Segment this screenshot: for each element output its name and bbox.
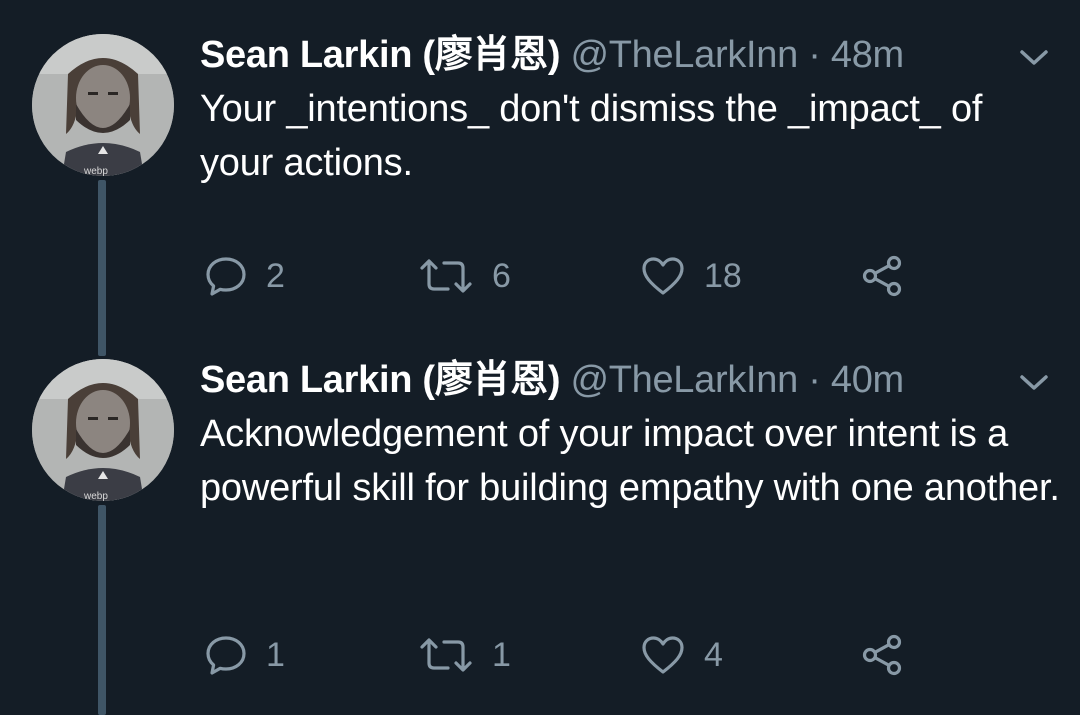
chevron-down-icon[interactable] [1016, 369, 1052, 397]
like-count: 4 [704, 635, 723, 674]
author-handle[interactable]: @TheLarkInn [570, 359, 798, 401]
retweet-button[interactable]: 1 [418, 625, 511, 685]
tweet-text: Acknowledgement of your impact over inte… [200, 413, 1060, 509]
share-button[interactable] [860, 246, 904, 306]
like-count: 18 [704, 256, 742, 295]
share-button[interactable] [860, 625, 904, 685]
like-button[interactable]: 18 [640, 246, 742, 306]
reply-button[interactable]: 1 [204, 625, 285, 685]
timestamp[interactable]: 40m [831, 359, 904, 401]
avatar[interactable]: webp [32, 34, 174, 176]
avatar[interactable]: webp [32, 359, 174, 501]
retweet-count: 1 [492, 635, 511, 674]
tweet-actions: 1 1 4 [0, 625, 1080, 685]
author-name[interactable]: Sean Larkin (廖肖恩) [200, 34, 560, 76]
timestamp[interactable]: 48m [831, 34, 904, 76]
retweet-count: 6 [492, 256, 511, 295]
tweet-text: Your _intentions_ don't dismiss the _imp… [200, 88, 983, 184]
heart-icon [640, 254, 686, 298]
tweet-header: Sean Larkin (廖肖恩) @TheLarkInn · 48m [200, 30, 904, 80]
reply-button[interactable]: 2 [204, 246, 285, 306]
retweet-button[interactable]: 6 [418, 246, 511, 306]
chevron-down-icon[interactable] [1016, 44, 1052, 72]
reply-icon [204, 633, 248, 677]
author-name[interactable]: Sean Larkin (廖肖恩) [200, 359, 560, 401]
reply-icon [204, 254, 248, 298]
reply-count: 2 [266, 256, 285, 295]
tweet-header: Sean Larkin (廖肖恩) @TheLarkInn · 40m [200, 355, 904, 405]
separator-dot: · [808, 359, 821, 401]
svg-text:webp: webp [83, 166, 108, 176]
like-button[interactable]: 4 [640, 625, 723, 685]
svg-text:webp: webp [83, 491, 108, 501]
share-icon [860, 254, 904, 298]
heart-icon [640, 633, 686, 677]
retweet-icon [418, 633, 474, 677]
tweet-actions: 2 6 18 [0, 246, 1080, 306]
author-handle[interactable]: @TheLarkInn [570, 34, 798, 76]
separator-dot: · [808, 34, 821, 76]
share-icon [860, 633, 904, 677]
retweet-icon [418, 254, 474, 298]
reply-count: 1 [266, 635, 285, 674]
